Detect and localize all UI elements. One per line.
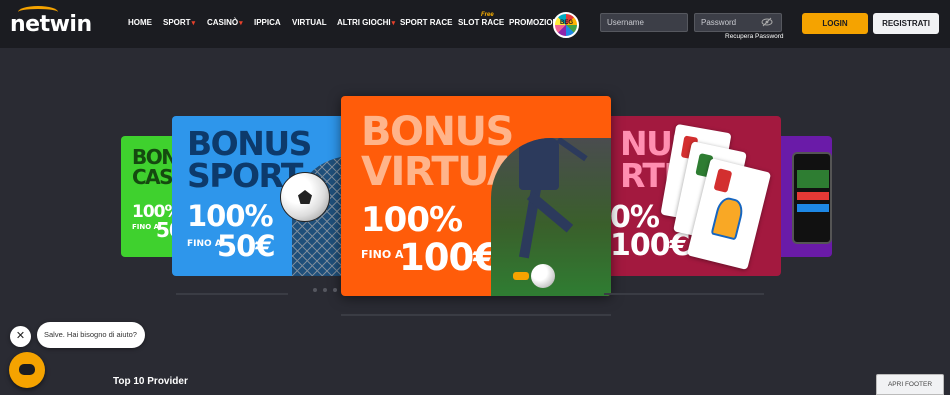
nav-slot-race[interactable]: SLOT RACE: [458, 18, 504, 27]
phone-image: [792, 152, 832, 244]
promo-sport-amount: 50€: [217, 229, 276, 263]
promo-card-casino[interactable]: BONU CASI 100% FINO A 50: [121, 136, 179, 257]
nav-sport[interactable]: SPORT▾: [163, 18, 195, 27]
eye-slash-icon[interactable]: [761, 17, 773, 27]
login-button[interactable]: LOGIN: [802, 13, 868, 34]
netwin-logo[interactable]: netwin: [10, 12, 92, 37]
nav-home[interactable]: HOME: [128, 18, 152, 27]
nav-casino[interactable]: CASINÒ▾: [207, 18, 243, 27]
top-navbar: netwin HOME SPORT▾ CASINÒ▾ IPPICA VIRTUA…: [0, 0, 950, 48]
section-title: Top 10 Provider: [113, 376, 188, 387]
nav-ippica[interactable]: IPPICA: [254, 18, 281, 27]
promo-sport-title-1: BONUS: [187, 124, 312, 163]
promo-sport-pct: 100%: [187, 199, 274, 233]
carousel-dot[interactable]: [323, 288, 327, 292]
promo-virtual-fino: FINO A: [361, 248, 404, 261]
carousel-dots: [313, 288, 337, 292]
divider: [176, 293, 288, 295]
promo-virtual-title-1: BONUS: [361, 109, 514, 155]
promo-card-carte[interactable]: NUS RTE 0% 100€: [598, 116, 781, 276]
chevron-down-icon: ▾: [191, 20, 196, 27]
divider: [604, 293, 764, 295]
football-player-image: [491, 138, 611, 296]
promo-virtual-amount: 100€: [399, 236, 499, 279]
football-icon: [280, 172, 330, 222]
register-button[interactable]: REGISTRATI: [873, 13, 939, 34]
carousel-dot[interactable]: [333, 288, 337, 292]
open-footer-button[interactable]: APRI FOOTER: [876, 374, 944, 395]
username-input[interactable]: [600, 13, 688, 32]
chat-greeting-bubble[interactable]: Salve. Hai bisogno di aiuto?: [37, 322, 145, 348]
chat-close-button[interactable]: ✕: [10, 326, 31, 347]
promo-card-mobile[interactable]: [776, 136, 832, 257]
chat-launcher-button[interactable]: [9, 352, 45, 388]
chevron-down-icon: ▾: [239, 20, 243, 27]
nav-sport-race[interactable]: SPORT RACE: [400, 18, 452, 27]
promo-carte-amount: 100€: [610, 228, 690, 263]
carousel-dot[interactable]: [313, 288, 317, 292]
promo-casino-fino: FINO A: [132, 223, 160, 231]
promo-card-sport[interactable]: BONUS SPORT 100% FINO A 50€: [172, 116, 352, 276]
chevron-down-icon: ▾: [391, 20, 396, 27]
free-badge: Free: [481, 12, 494, 18]
divider: [341, 314, 611, 316]
wheel-label: BEG: [560, 20, 574, 26]
recover-password-link[interactable]: Recupera Password: [725, 33, 784, 40]
football-icon: [531, 264, 555, 288]
promo-virtual-pct: 100%: [361, 200, 463, 240]
nav-virtual[interactable]: VIRTUAL: [292, 18, 327, 27]
chat-icon: [19, 364, 35, 375]
nav-altri-giochi[interactable]: ALTRI GIOCHI▾: [337, 18, 395, 27]
